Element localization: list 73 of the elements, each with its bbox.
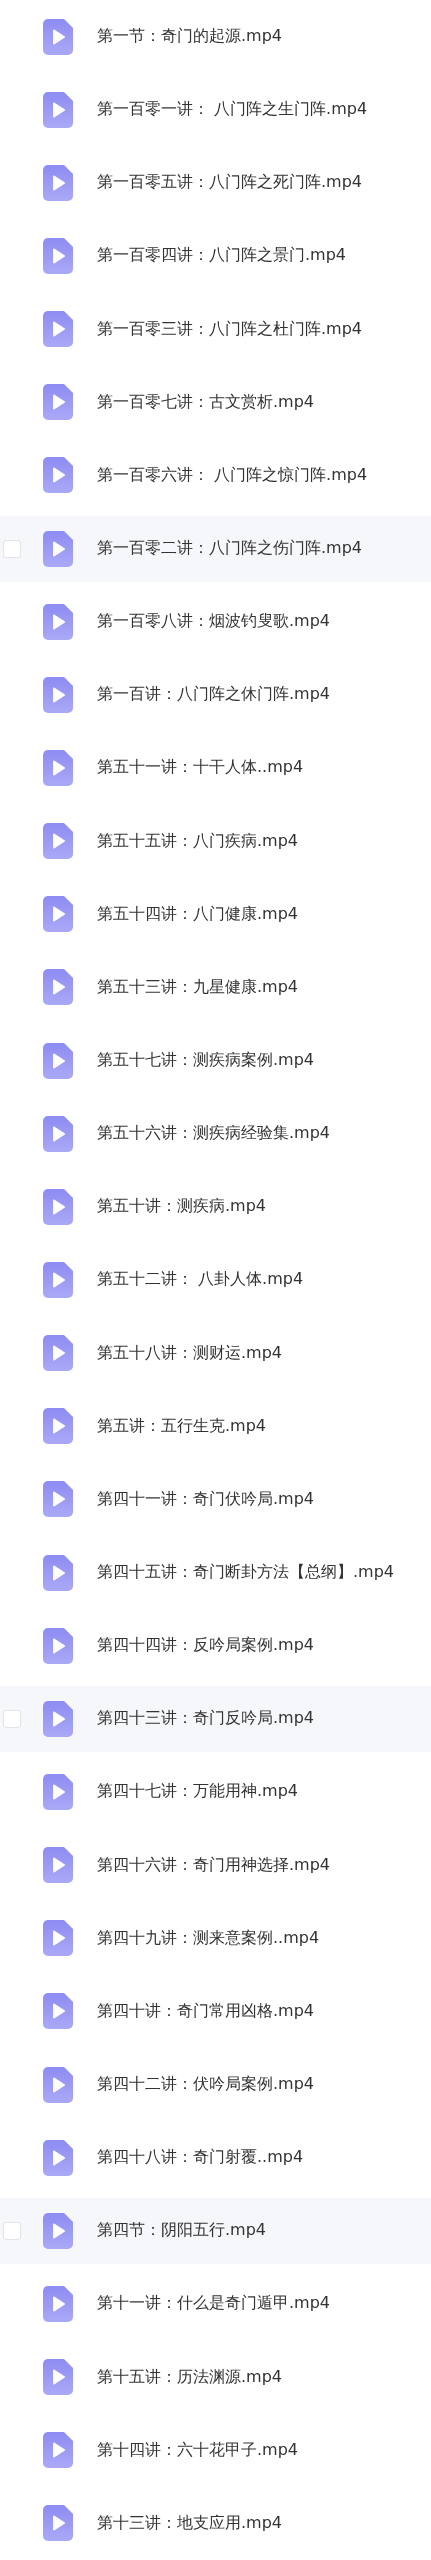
file-name[interactable]: 第四十六讲：奇门用神选择.mp4	[97, 1854, 330, 1876]
file-name[interactable]: 第四十讲：奇门常用凶格.mp4	[97, 2000, 314, 2022]
video-file-icon	[43, 91, 73, 128]
file-name[interactable]: 第五十五讲：八门疾病.mp4	[97, 830, 298, 852]
file-name[interactable]: 第一百讲：八门阵之休门阵.mp4	[97, 684, 330, 706]
video-file-icon	[43, 1115, 73, 1152]
file-name[interactable]: 第四十四讲：反吟局案例.mp4	[97, 1635, 314, 1657]
file-name[interactable]: 第一百零八讲：烟波钓叟歌.mp4	[97, 611, 330, 633]
checkbox[interactable]	[3, 539, 21, 558]
video-file-icon	[43, 164, 73, 201]
video-file-icon	[43, 749, 73, 786]
file-name[interactable]: 第一百零五讲：八门阵之死门阵.mp4	[97, 172, 362, 194]
video-file-icon	[43, 238, 73, 274]
video-file-icon	[43, 2066, 73, 2103]
file-name[interactable]: 第五十六讲：测疾病经验集.mp4	[97, 1123, 330, 1145]
video-file-icon	[43, 1042, 73, 1079]
file-name[interactable]: 第一百零三讲：八门阵之杜门阵.mp4	[97, 318, 362, 340]
file-name[interactable]: 第四十五讲：奇门断卦方法【总纲】.mp4	[97, 1562, 394, 1583]
file-name[interactable]: 第四节：阴阳五行.mp4	[97, 2220, 266, 2242]
video-file-icon	[43, 1261, 73, 1298]
video-file-icon	[43, 896, 73, 933]
file-name[interactable]: 第五十八讲：测财运.mp4	[97, 1342, 282, 1364]
video-file-icon	[43, 1408, 73, 1445]
video-file-icon	[43, 823, 73, 860]
video-file-icon	[43, 311, 73, 348]
video-file-icon	[43, 1335, 73, 1372]
video-file-icon	[43, 1700, 73, 1737]
video-file-icon	[43, 384, 73, 421]
video-file-icon	[43, 1993, 73, 2030]
file-name[interactable]: 第五十二讲： 八卦人体.mp4	[97, 1269, 304, 1291]
file-name[interactable]: 第一节：奇门的起源.mp4	[97, 26, 282, 48]
video-file-icon	[43, 1627, 73, 1664]
file-name[interactable]: 第十五讲：历法渊源.mp4	[97, 2366, 282, 2388]
file-name[interactable]: 第一百零七讲：古文赏析.mp4	[97, 391, 314, 413]
file-name[interactable]: 第十一讲：什么是奇门遁甲.mp4	[97, 2293, 330, 2315]
video-file-icon	[43, 1920, 73, 1957]
file-name[interactable]: 第十三讲：地支应用.mp4	[97, 2512, 282, 2534]
video-file-icon	[43, 603, 73, 640]
video-file-icon	[43, 1554, 73, 1591]
video-file-icon	[43, 676, 73, 713]
video-file-icon	[43, 1773, 73, 1810]
file-name[interactable]: 第五十一讲：十干人体..mp4	[97, 757, 304, 779]
file-name[interactable]: 第一百零二讲：八门阵之伤门阵.mp4	[97, 538, 362, 560]
video-file-icon	[43, 18, 73, 55]
file-name[interactable]: 第五十三讲：九星健康.mp4	[97, 976, 298, 998]
file-name[interactable]: 第一百零六讲： 八门阵之惊门阵.mp4	[97, 464, 368, 486]
file-name[interactable]: 第五讲：五行生克.mp4	[97, 1415, 266, 1437]
file-name[interactable]: 第四十八讲：奇门射覆..mp4	[97, 2147, 304, 2169]
file-name[interactable]: 第四十三讲：奇门反吟局.mp4	[97, 1708, 314, 1730]
file-name[interactable]: 第一百零一讲： 八门阵之生门阵.mp4	[97, 99, 368, 121]
video-file-icon	[43, 1847, 73, 1884]
file-name[interactable]: 第四十一讲：奇门伏吟局.mp4	[97, 1488, 314, 1510]
video-file-icon	[43, 2505, 73, 2542]
video-file-icon	[43, 1481, 73, 1518]
video-file-icon	[43, 969, 73, 1006]
file-name[interactable]: 第五十七讲：测疾病案例.mp4	[97, 1050, 314, 1072]
video-file-icon	[43, 530, 73, 567]
checkbox[interactable]	[3, 2221, 21, 2240]
video-file-icon	[43, 2212, 73, 2249]
video-file-icon	[43, 457, 73, 494]
file-name[interactable]: 第十四讲：六十花甲子.mp4	[97, 2439, 298, 2461]
file-name[interactable]: 第五十四讲：八门健康.mp4	[97, 903, 298, 925]
file-name[interactable]: 第四十七讲：万能用神.mp4	[97, 1781, 298, 1803]
file-name[interactable]: 第五十讲：测疾病.mp4	[97, 1196, 266, 1218]
checkbox[interactable]	[3, 1709, 21, 1728]
file-name[interactable]: 第一百零四讲：八门阵之景门.mp4	[97, 245, 346, 267]
video-file-icon	[43, 1188, 73, 1225]
file-name[interactable]: 第四十二讲：伏吟局案例.mp4	[97, 2074, 314, 2095]
video-file-icon	[43, 2285, 73, 2322]
file-name[interactable]: 第四十九讲：测来意案例..mp4	[97, 1927, 320, 1949]
video-file-icon	[43, 2139, 73, 2176]
video-file-icon	[43, 2432, 73, 2469]
video-file-icon	[43, 2359, 73, 2396]
